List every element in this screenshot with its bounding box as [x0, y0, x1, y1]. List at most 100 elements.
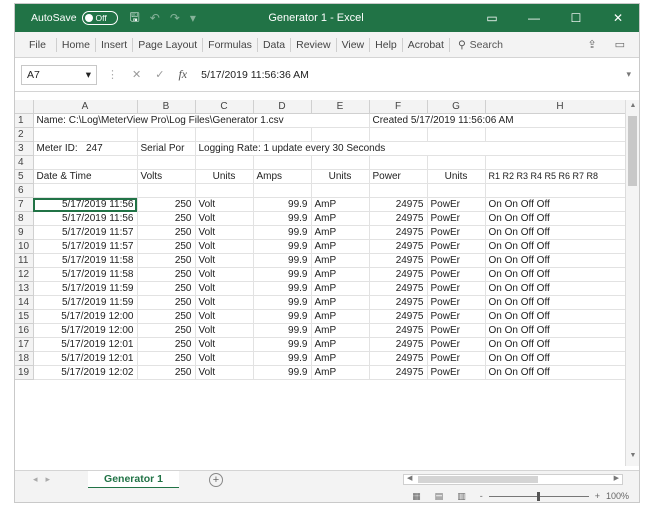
scroll-up-icon[interactable]: ▲ [626, 102, 639, 114]
row-header[interactable]: 7 [15, 197, 34, 213]
cell-amps[interactable]: 99.9 [253, 323, 312, 339]
cell-relays[interactable]: On On Off Off [485, 281, 636, 297]
cell-power-units[interactable]: PowEr [427, 239, 486, 255]
cell-date-time[interactable]: 5/17/2019 11:58 [33, 267, 138, 283]
sheet-tab-generator-1[interactable]: Generator 1 [88, 470, 179, 489]
cell-volts[interactable]: 250 [137, 351, 196, 367]
customize-toolbar-icon[interactable]: ▾ [190, 11, 196, 25]
cell-power-units[interactable]: PowEr [427, 309, 486, 325]
cell-relays[interactable]: On On Off Off [485, 253, 636, 269]
row-header[interactable]: 17 [15, 337, 34, 353]
header-volts[interactable]: Volts [137, 169, 196, 185]
cell-power-units[interactable]: PowEr [427, 351, 486, 367]
row-header[interactable]: 8 [15, 211, 34, 227]
cell-volts[interactable]: 250 [137, 323, 196, 339]
cell[interactable] [33, 127, 138, 143]
cell-volt-units[interactable]: Volt [195, 281, 254, 297]
cell-power[interactable]: 24975 [369, 281, 428, 297]
cell-relays[interactable]: On On Off Off [485, 225, 636, 241]
cell-relays[interactable]: On On Off Off [485, 239, 636, 255]
cell-power[interactable]: 24975 [369, 211, 428, 227]
tab-review[interactable]: Review [291, 37, 337, 52]
autosave-control[interactable]: AutoSave Off [31, 11, 118, 25]
cell-volts[interactable]: 250 [137, 239, 196, 255]
cell[interactable] [137, 127, 196, 143]
row-header[interactable]: 9 [15, 225, 34, 241]
h-scroll-thumb[interactable] [418, 476, 538, 483]
cell-volts[interactable]: 250 [137, 211, 196, 227]
cell-power-units[interactable]: PowEr [427, 267, 486, 283]
cell-amp-units[interactable]: AmP [311, 337, 370, 353]
cell-volt-units[interactable]: Volt [195, 239, 254, 255]
cell-power[interactable]: 24975 [369, 267, 428, 283]
redo-icon[interactable]: ↷ [170, 11, 180, 25]
row-header[interactable]: 2 [15, 127, 34, 143]
cell-power[interactable]: 24975 [369, 225, 428, 241]
zoom-slider-knob[interactable] [536, 491, 540, 501]
tab-help[interactable]: Help [370, 37, 403, 52]
cell[interactable] [427, 183, 486, 199]
add-sheet-button[interactable]: + [209, 472, 223, 487]
cell-volt-units[interactable]: Volt [195, 225, 254, 241]
cell-relays[interactable]: On On Off Off [485, 323, 636, 339]
cancel-entry-icon[interactable]: ✕ [132, 68, 141, 81]
column-header-c[interactable]: C [195, 100, 254, 115]
cell-a3[interactable]: Meter ID: 247 [33, 141, 138, 157]
insert-function-button[interactable]: fx [178, 67, 187, 82]
sheet-nav-arrows-icon[interactable]: ◂▸ [33, 474, 58, 485]
cell[interactable] [137, 155, 196, 171]
zoom-level[interactable]: 100% [606, 491, 629, 501]
cell-power-units[interactable]: PowEr [427, 365, 486, 381]
comments-icon[interactable]: ▭ [615, 38, 625, 51]
cell-c3[interactable]: Logging Rate: 1 update every 30 Seconds [195, 141, 636, 157]
cell-volts[interactable]: 250 [137, 337, 196, 353]
cell-amp-units[interactable]: AmP [311, 295, 370, 311]
cell-amp-units[interactable]: AmP [311, 197, 370, 213]
row-header[interactable]: 6 [15, 183, 34, 199]
cell[interactable] [485, 127, 636, 143]
column-header-a[interactable]: A [33, 100, 138, 115]
cell-volt-units[interactable]: Volt [195, 309, 254, 325]
cell[interactable] [485, 155, 636, 171]
cell[interactable] [427, 127, 486, 143]
row-header[interactable]: 1 [15, 113, 34, 129]
cell-amp-units[interactable]: AmP [311, 323, 370, 339]
cell-amps[interactable]: 99.9 [253, 351, 312, 367]
column-header-g[interactable]: G [427, 100, 486, 115]
save-icon[interactable]: 🖫 [130, 8, 140, 29]
cell-volts[interactable]: 250 [137, 267, 196, 283]
tab-page-layout[interactable]: Page Layout [133, 37, 204, 52]
cell-volts[interactable]: 250 [137, 365, 196, 381]
scroll-down-icon[interactable]: ▼ [626, 452, 639, 464]
header-amps[interactable]: Amps [253, 169, 312, 185]
cell-date-time[interactable]: 5/17/2019 11:56 [33, 197, 138, 213]
maximize-button[interactable]: ☐ [555, 11, 597, 25]
cell[interactable] [33, 155, 138, 171]
cell-power[interactable]: 24975 [369, 323, 428, 339]
cell-amps[interactable]: 99.9 [253, 197, 312, 213]
minimize-button[interactable]: — [513, 11, 555, 25]
cell-power[interactable]: 24975 [369, 337, 428, 353]
tab-view[interactable]: View [337, 37, 371, 52]
cell-amp-units[interactable]: AmP [311, 351, 370, 367]
cell-power[interactable]: 24975 [369, 295, 428, 311]
cell[interactable] [369, 183, 428, 199]
ribbon-display-icon[interactable]: ▭ [471, 11, 513, 25]
cell-power-units[interactable]: PowEr [427, 211, 486, 227]
cell-a1[interactable]: Name: C:\Log\MeterView Pro\Log Files\Gen… [33, 113, 370, 129]
expand-formula-icon[interactable]: ▾ [626, 69, 631, 80]
row-header[interactable]: 18 [15, 351, 34, 367]
cell-volts[interactable]: 250 [137, 309, 196, 325]
cell[interactable] [253, 155, 312, 171]
cell[interactable] [485, 183, 636, 199]
cell-date-time[interactable]: 5/17/2019 12:01 [33, 337, 138, 353]
cell[interactable] [195, 127, 254, 143]
cell-relays[interactable]: On On Off Off [485, 365, 636, 381]
scroll-left-icon[interactable]: ◀ [407, 474, 412, 482]
cell[interactable] [369, 127, 428, 143]
cell-amp-units[interactable]: AmP [311, 365, 370, 381]
row-header[interactable]: 15 [15, 309, 34, 325]
cell-date-time[interactable]: 5/17/2019 11:59 [33, 295, 138, 311]
zoom-out-button[interactable]: - [480, 491, 483, 501]
cell-relays[interactable]: On On Off Off [485, 337, 636, 353]
